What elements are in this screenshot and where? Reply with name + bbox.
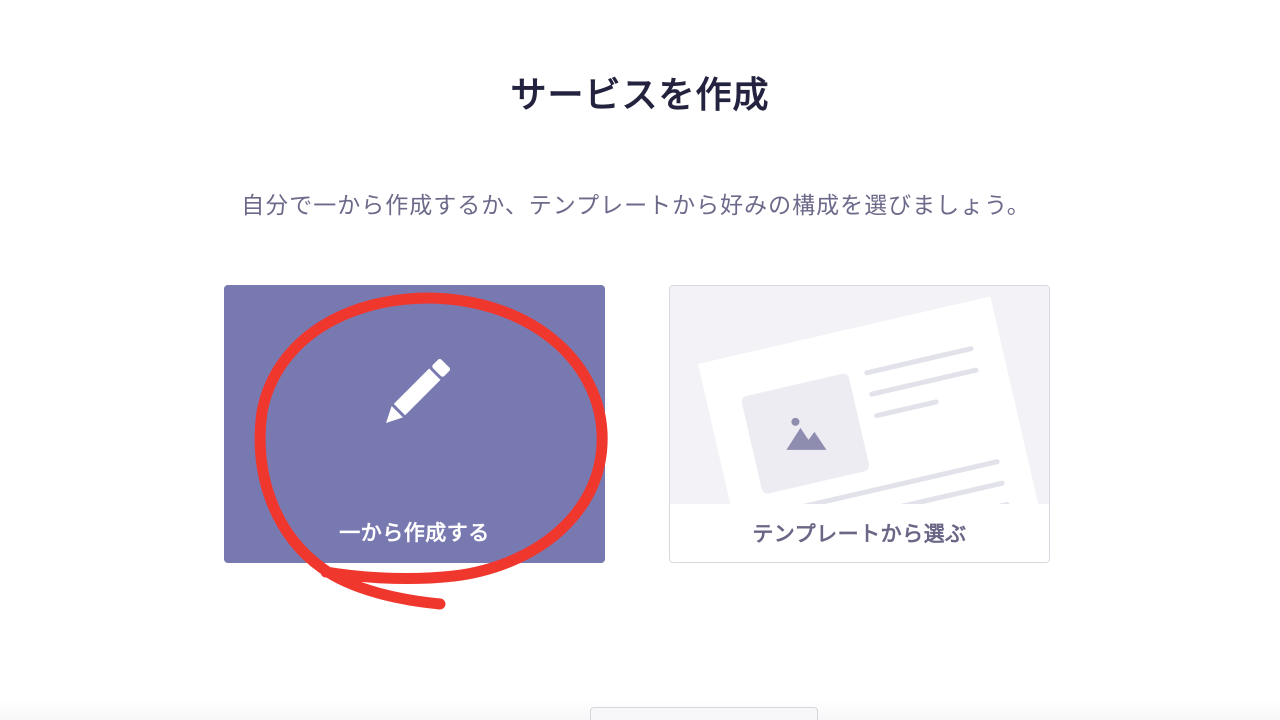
create-from-scratch-label: 一から作成する [339,521,490,545]
create-from-scratch-card[interactable]: 一から作成する [224,285,605,563]
template-document-illustration [670,286,1049,504]
create-service-page: サービスを作成 自分で一から作成するか、テンプレートから好みの構成を選びましょう… [0,0,1280,720]
pencil-icon [386,358,451,423]
page-subtitle: 自分で一から作成するか、テンプレートから好みの構成を選びましょう。 [241,193,1031,219]
bottom-action-button[interactable] [590,707,818,720]
choose-template-label: テンプレートから選ぶ [752,522,967,546]
page-title: サービスを作成 [510,75,770,116]
choose-template-card[interactable]: テンプレートから選ぶ [669,285,1050,563]
